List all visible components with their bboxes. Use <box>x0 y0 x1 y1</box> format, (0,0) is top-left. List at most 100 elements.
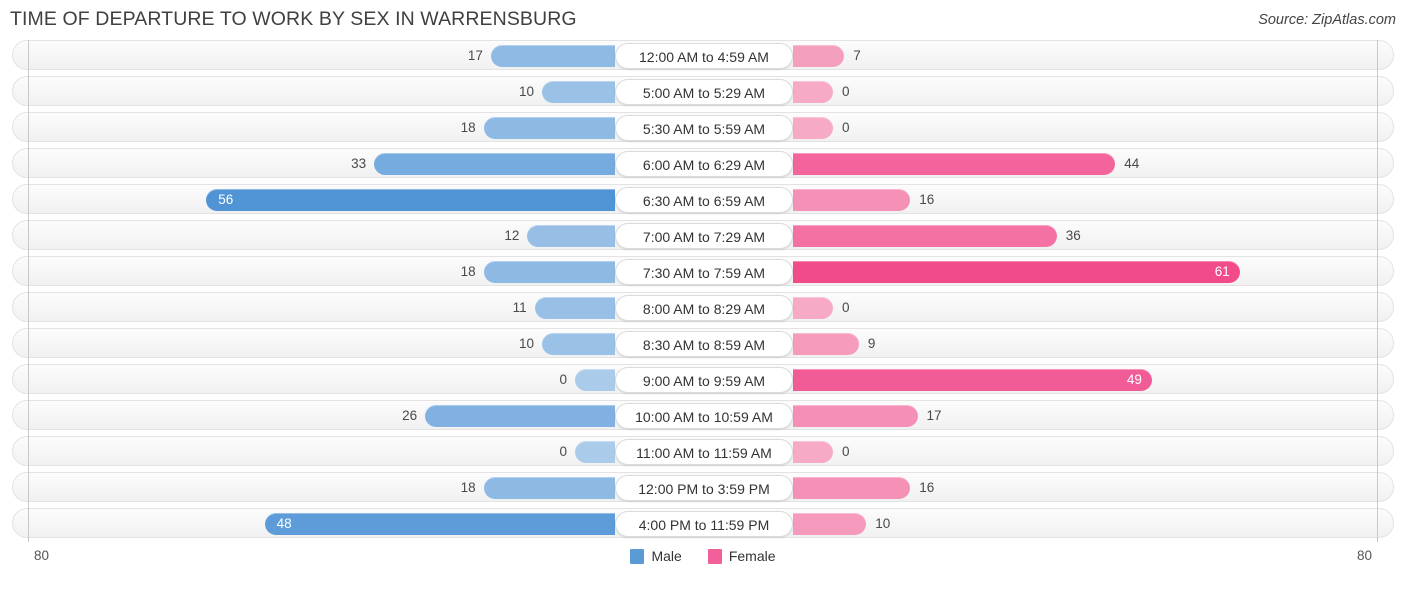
bar-female[interactable] <box>793 225 1057 247</box>
bar-male[interactable] <box>542 81 615 103</box>
bar-female[interactable] <box>793 441 833 463</box>
row-content: 26 17 10:00 AM to 10:59 AM <box>13 401 1393 429</box>
bar-value-female: 16 <box>919 480 935 495</box>
bar-value-female: 0 <box>842 300 850 315</box>
bar-female[interactable] <box>793 117 833 139</box>
bar-value-male: 48 <box>276 516 292 531</box>
table-row[interactable]: 18 0 5:30 AM to 5:59 AM <box>12 112 1394 142</box>
legend-swatch-female-icon <box>707 548 722 564</box>
table-row[interactable]: 17 7 12:00 AM to 4:59 AM <box>12 40 1394 70</box>
bar-value-male: 17 <box>467 48 483 63</box>
legend-label-female: Female <box>728 548 776 564</box>
bar-value-male: 18 <box>460 120 476 135</box>
table-row[interactable]: 18 16 12:00 PM to 3:59 PM <box>12 472 1394 502</box>
bar-value-male: 26 <box>402 408 418 423</box>
chart-footer: 80 80 Male Female <box>0 542 1406 578</box>
bar-value-female: 0 <box>842 84 850 99</box>
category-label: 12:00 AM to 4:59 AM <box>615 43 793 69</box>
bar-male[interactable] <box>534 297 615 319</box>
bar-value-male: 12 <box>504 228 520 243</box>
chart-header: TIME OF DEPARTURE TO WORK BY SEX IN WARR… <box>0 0 1406 40</box>
bar-female[interactable] <box>793 297 833 319</box>
bar-value-female: 10 <box>875 516 891 531</box>
row-content: 11 0 8:00 AM to 8:29 AM <box>13 293 1393 321</box>
bar-value-female: 61 <box>1214 264 1230 279</box>
row-content: 10 9 8:30 AM to 8:59 AM <box>13 329 1393 357</box>
category-label: 8:30 AM to 8:59 AM <box>615 331 793 357</box>
bar-female[interactable] <box>793 333 859 355</box>
table-row[interactable]: 33 44 6:00 AM to 6:29 AM <box>12 148 1394 178</box>
bar-value-female: 0 <box>842 120 850 135</box>
table-row[interactable]: 0 49 9:00 AM to 9:59 AM <box>12 364 1394 394</box>
legend-item-male[interactable]: Male <box>630 548 682 564</box>
bar-value-male: 11 <box>512 300 527 315</box>
table-row[interactable]: 10 0 5:00 AM to 5:29 AM <box>12 76 1394 106</box>
category-label: 7:00 AM to 7:29 AM <box>615 223 793 249</box>
bar-male[interactable] <box>542 333 615 355</box>
bar-female[interactable] <box>793 45 845 67</box>
source-attribution: Source: ZipAtlas.com <box>1258 12 1396 28</box>
category-label: 8:00 AM to 8:29 AM <box>615 295 793 321</box>
table-row[interactable]: 18 61 7:30 AM to 7:59 AM <box>12 256 1394 286</box>
category-label: 4:00 PM to 11:59 PM <box>615 511 793 537</box>
row-content: 18 0 5:30 AM to 5:59 AM <box>13 113 1393 141</box>
table-row[interactable]: 26 17 10:00 AM to 10:59 AM <box>12 400 1394 430</box>
bar-female[interactable] <box>793 81 833 103</box>
row-content: 33 44 6:00 AM to 6:29 AM <box>13 149 1393 177</box>
table-row[interactable]: 12 36 7:00 AM to 7:29 AM <box>12 220 1394 250</box>
bar-value-male: 10 <box>518 336 534 351</box>
bar-value-female: 36 <box>1065 228 1081 243</box>
bar-female[interactable] <box>793 261 1240 283</box>
bar-male[interactable] <box>483 477 615 499</box>
category-label: 11:00 AM to 11:59 AM <box>615 439 793 465</box>
row-content: 48 10 4:00 PM to 11:59 PM <box>13 509 1393 537</box>
bar-male[interactable] <box>483 261 615 283</box>
bar-male[interactable] <box>374 153 615 175</box>
row-content: 10 0 5:00 AM to 5:29 AM <box>13 77 1393 105</box>
category-label: 6:30 AM to 6:59 AM <box>615 187 793 213</box>
table-row[interactable]: 0 0 11:00 AM to 11:59 AM <box>12 436 1394 466</box>
row-content: 12 36 7:00 AM to 7:29 AM <box>13 221 1393 249</box>
row-content: 18 16 12:00 PM to 3:59 PM <box>13 473 1393 501</box>
row-content: 17 7 12:00 AM to 4:59 AM <box>13 41 1393 69</box>
bar-male[interactable] <box>425 405 615 427</box>
table-row[interactable]: 48 10 4:00 PM to 11:59 PM <box>12 508 1394 538</box>
table-row[interactable]: 10 9 8:30 AM to 8:59 AM <box>12 328 1394 358</box>
bar-male[interactable] <box>483 117 615 139</box>
bar-value-female: 17 <box>926 408 942 423</box>
bar-female[interactable] <box>793 189 911 211</box>
category-label: 5:00 AM to 5:29 AM <box>615 79 793 105</box>
bar-value-female: 7 <box>853 48 861 63</box>
bar-female[interactable] <box>793 405 918 427</box>
chart-plot-area: 17 7 12:00 AM to 4:59 AM 10 0 5:00 AM to 5:29… <box>12 40 1394 542</box>
bar-value-male: 18 <box>460 480 476 495</box>
row-content: 56 16 6:30 AM to 6:59 AM <box>13 185 1393 213</box>
bar-male[interactable] <box>490 45 615 67</box>
legend-item-female[interactable]: Female <box>707 548 776 564</box>
category-label: 6:00 AM to 6:29 AM <box>615 151 793 177</box>
bar-female[interactable] <box>793 153 1116 175</box>
bar-value-female: 49 <box>1126 372 1142 387</box>
bar-female[interactable] <box>793 369 1152 391</box>
bar-value-male: 0 <box>559 372 567 387</box>
bar-male[interactable] <box>527 225 615 247</box>
bar-male[interactable] <box>575 441 615 463</box>
bar-male[interactable] <box>575 369 615 391</box>
bar-value-male: 56 <box>218 192 234 207</box>
bar-value-male: 33 <box>351 156 367 171</box>
table-row[interactable]: 11 0 8:00 AM to 8:29 AM <box>12 292 1394 322</box>
category-label: 7:30 AM to 7:59 AM <box>615 259 793 285</box>
bar-row-list: 17 7 12:00 AM to 4:59 AM 10 0 5:00 AM to 5:29… <box>12 40 1394 538</box>
bar-male[interactable] <box>206 189 615 211</box>
bar-female[interactable] <box>793 477 911 499</box>
bar-female[interactable] <box>793 513 867 535</box>
row-content: 18 61 7:30 AM to 7:59 AM <box>13 257 1393 285</box>
bar-value-male: 0 <box>559 444 567 459</box>
bar-value-female: 16 <box>919 192 935 207</box>
table-row[interactable]: 56 16 6:30 AM to 6:59 AM <box>12 184 1394 214</box>
category-label: 10:00 AM to 10:59 AM <box>615 403 793 429</box>
bar-value-female: 44 <box>1124 156 1140 171</box>
bar-value-male: 10 <box>518 84 534 99</box>
bar-male[interactable] <box>264 513 615 535</box>
bar-value-male: 18 <box>460 264 476 279</box>
